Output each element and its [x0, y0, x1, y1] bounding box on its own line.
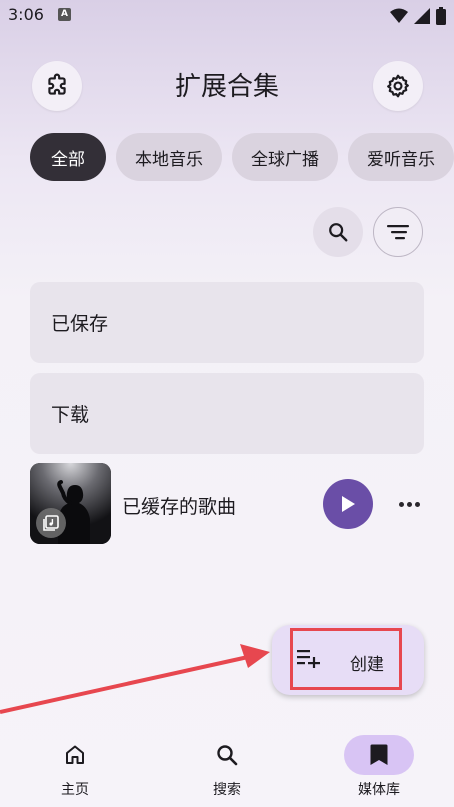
- status-bar: 3:06 A: [0, 0, 454, 32]
- battery-icon: [436, 7, 446, 25]
- sort-icon: [387, 225, 409, 240]
- play-icon: [342, 496, 355, 512]
- chip-all[interactable]: 全部: [30, 133, 106, 181]
- nav-library[interactable]: 媒体库: [304, 733, 454, 807]
- more-dot-icon: [414, 501, 420, 507]
- chip-global-radio[interactable]: 全球广播: [232, 133, 338, 181]
- gear-icon: [387, 74, 409, 98]
- wifi-icon: [390, 8, 408, 23]
- nav-library-label: 媒体库: [358, 782, 400, 798]
- chip-aiting-music[interactable]: 爱听音乐: [348, 133, 454, 181]
- home-icon: [66, 745, 84, 764]
- bookmark-icon: [370, 744, 388, 765]
- play-button[interactable]: [323, 479, 373, 529]
- cached-songs-label[interactable]: 已缓存的歌曲: [122, 492, 236, 519]
- nav-search-icon-container: [192, 735, 262, 775]
- search-icon: [329, 223, 348, 242]
- filter-chips: 全部 本地音乐 全球广播 爱听音乐: [30, 133, 454, 181]
- cached-songs-thumbnail[interactable]: [30, 463, 111, 544]
- notification-badge: A: [58, 8, 71, 21]
- nav-home-icon-container: [40, 735, 110, 775]
- nav-home[interactable]: 主页: [0, 733, 150, 807]
- nav-search[interactable]: 搜索: [152, 733, 302, 807]
- downloads-label: 下载: [51, 404, 90, 426]
- chip-local-music[interactable]: 本地音乐: [116, 133, 222, 181]
- nav-library-icon-container: [344, 735, 414, 775]
- nav-search-label: 搜索: [213, 782, 241, 798]
- nav-home-label: 主页: [61, 782, 89, 798]
- saved-label: 已保存: [51, 313, 109, 335]
- highlight-box: [290, 628, 402, 690]
- status-icons: [390, 6, 446, 26]
- offline-library-badge: [36, 508, 66, 538]
- more-dot-icon: [398, 501, 404, 507]
- saved-card[interactable]: 已保存: [30, 282, 424, 363]
- downloads-card[interactable]: 下载: [30, 373, 424, 454]
- search-icon: [217, 745, 238, 766]
- settings-button[interactable]: [373, 61, 423, 111]
- search-button[interactable]: [313, 207, 363, 257]
- more-dot-icon: [406, 501, 412, 507]
- signal-icon: [414, 8, 430, 24]
- offline-music-icon: [43, 515, 59, 531]
- sort-button[interactable]: [373, 207, 423, 257]
- bottom-navigation: 主页 搜索 媒体库: [0, 733, 454, 807]
- status-time: 3:06: [8, 5, 44, 24]
- annotation-arrow: [0, 644, 270, 714]
- more-options-button[interactable]: [392, 492, 426, 516]
